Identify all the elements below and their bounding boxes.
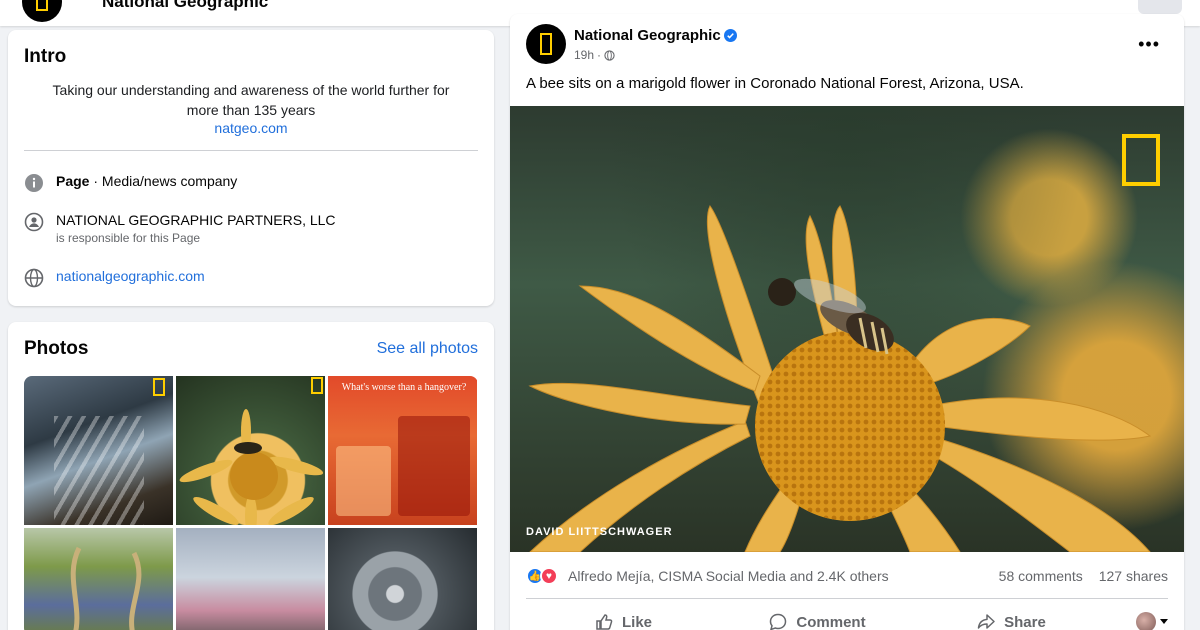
post-time[interactable]: 19h [574, 48, 594, 62]
post-photo[interactable]: DAVID LIITTSCHWAGER [510, 106, 1184, 552]
page-title[interactable]: National Geographic [102, 0, 268, 12]
share-button[interactable]: Share [914, 612, 1108, 630]
like-label: Like [621, 613, 652, 630]
chevron-down-icon [1160, 619, 1168, 624]
owner-name: NATIONAL GEOGRAPHIC PARTNERS, LLC [56, 212, 336, 228]
more-options-icon[interactable]: ••• [1138, 34, 1160, 55]
post-meta: 19h · [574, 48, 615, 62]
path-thumbnail [70, 546, 142, 630]
reaction-icons[interactable]: 👍 ♥ [526, 567, 558, 585]
share-icon [977, 614, 995, 629]
website-link[interactable]: nationalgeographic.com [56, 268, 205, 284]
photo-hangover-drinks[interactable]: What's worse than a hangover? [328, 376, 477, 525]
shares-count[interactable]: 127 shares [1099, 568, 1168, 584]
intro-bio-line2: more than 135 years [186, 102, 316, 118]
natgeo-watermark-icon [1122, 134, 1160, 186]
photos-card: Photos See all photos What's worse than … [8, 322, 494, 630]
intro-divider [24, 150, 478, 151]
photos-title: Photos [24, 338, 89, 359]
profile-avatar [1136, 612, 1156, 630]
audience-selector[interactable] [1108, 612, 1168, 630]
globe-icon [24, 268, 44, 288]
post-actions: Like Comment Share [526, 604, 1168, 630]
category-label: Page [56, 173, 90, 189]
owner-note: is responsible for this Page [56, 231, 201, 245]
photo-caption: What's worse than a hangover? [341, 382, 467, 393]
category-value: · Media/news company [89, 173, 238, 189]
website-row: nationalgeographic.com [24, 268, 205, 288]
comment-icon [770, 613, 787, 630]
verified-badge-icon [724, 29, 737, 42]
photo-bluebonnet-field[interactable] [24, 528, 173, 630]
actions-divider [526, 598, 1168, 599]
bee-flower-illustration [528, 205, 1152, 552]
comments-count[interactable]: 58 comments [999, 568, 1083, 584]
globe-icon [604, 49, 615, 61]
post-counts: 58 comments 127 shares [999, 568, 1168, 584]
glass-shape [336, 446, 391, 516]
love-reaction-icon: ♥ [540, 567, 558, 585]
comment-label: Comment [796, 613, 866, 630]
shield-user-icon [24, 212, 44, 232]
natgeo-logo-icon [153, 378, 165, 396]
owner-row: NATIONAL GEOGRAPHIC PARTNERS, LLC is res… [24, 212, 336, 245]
photo-credit: DAVID LIITTSCHWAGER [526, 526, 673, 538]
like-button[interactable]: Like [526, 612, 720, 630]
avatar[interactable] [526, 24, 566, 64]
intro-bio: Taking our understanding and awareness o… [24, 80, 478, 120]
reactors-text[interactable]: Alfredo Mejía, CISMA Social Media and 2.… [568, 568, 889, 584]
comment-button[interactable]: Comment [720, 612, 914, 630]
intro-title: Intro [24, 46, 67, 67]
bee-thumbnail [179, 377, 324, 525]
share-label: Share [1004, 613, 1046, 630]
photo-bee-on-flower[interactable] [176, 376, 325, 525]
category-row: Page · Media/news company [24, 173, 237, 193]
photo-coastal-waterfall[interactable] [24, 376, 173, 525]
glass-shape [398, 416, 470, 516]
photo-cherry-blossoms[interactable] [176, 528, 325, 630]
bio-link[interactable]: natgeo.com [24, 120, 478, 136]
intro-card: Intro Taking our understanding and aware… [8, 30, 494, 306]
meta-separator: · [597, 48, 602, 62]
natgeo-logo-icon[interactable] [22, 0, 62, 22]
menu-button[interactable] [1138, 0, 1182, 14]
see-all-photos-link[interactable]: See all photos [377, 340, 478, 358]
photo-whale-eye[interactable] [328, 528, 477, 630]
intro-bio-line1: Taking our understanding and awareness o… [52, 82, 450, 98]
post-card: National Geographic 19h · ••• A bee sits… [510, 14, 1184, 630]
thumbs-up-icon [596, 614, 613, 630]
info-icon [25, 174, 43, 192]
post-caption: A bee sits on a marigold flower in Coron… [526, 75, 1024, 92]
post-stats: 👍 ♥ Alfredo Mejía, CISMA Social Media an… [526, 566, 1168, 586]
post-page-name[interactable]: National Geographic [574, 27, 721, 44]
photo-grid: What's worse than a hangover? [24, 376, 478, 630]
